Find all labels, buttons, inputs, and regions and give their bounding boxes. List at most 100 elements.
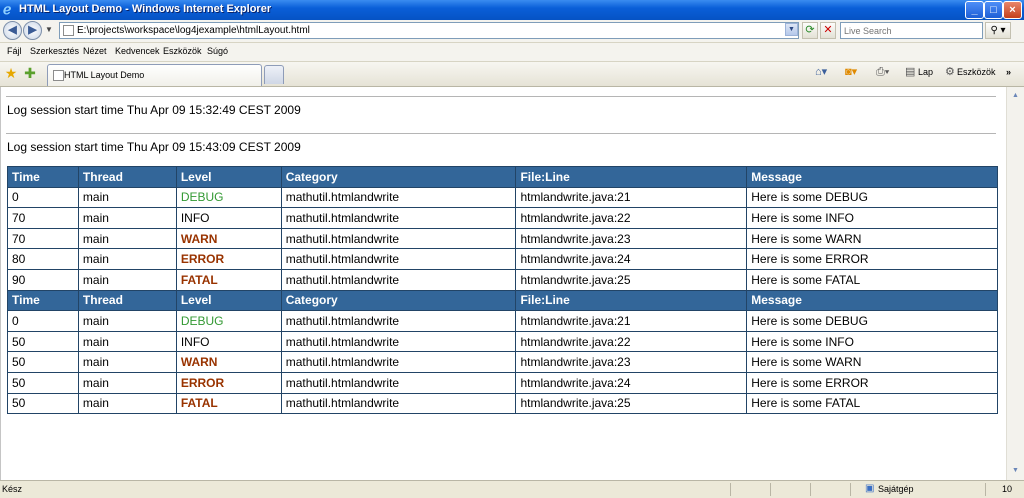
- menu-help[interactable]: Súgó: [207, 46, 228, 56]
- cell-file-line: htmlandwrite.java:22: [515, 207, 748, 229]
- cell-thread: main: [77, 371, 177, 394]
- computer-zone-icon: ▣: [865, 483, 875, 494]
- cell-thread: main: [77, 351, 177, 373]
- cell-thread: main: [77, 268, 177, 291]
- cell-level: INFO: [175, 207, 282, 229]
- vertical-scrollbar[interactable]: ▲ ▼: [1006, 87, 1024, 480]
- cell-file-line: htmlandwrite.java:25: [515, 268, 748, 291]
- cell-time: 70: [7, 207, 79, 229]
- scroll-down-icon[interactable]: ▼: [1009, 464, 1022, 477]
- forward-button[interactable]: ▶: [23, 21, 42, 40]
- cell-category: mathutil.htmlandwrite: [280, 268, 517, 291]
- address-bar-row: ◀ ▶ ▼ E:\projects\workspace\log4jexample…: [0, 20, 1024, 43]
- feeds-icon[interactable]: ◙▾: [845, 66, 857, 79]
- table-row: 0 main DEBUG mathutil.htmlandwrite htmlandwr…: [7, 310, 998, 332]
- address-url[interactable]: E:\projects\workspace\log4jexample\htmlL…: [77, 25, 310, 36]
- menu-view[interactable]: Nézet: [83, 46, 107, 56]
- table-row: 80 main ERROR mathutil.htmlandwrite htmlandw…: [7, 248, 998, 270]
- table-row: 70 main INFO mathutil.htmlandwrite htmlandwr…: [7, 207, 998, 229]
- cell-category: mathutil.htmlandwrite: [280, 392, 517, 415]
- column-header-message: Message: [746, 166, 998, 188]
- cell-thread: main: [77, 392, 177, 415]
- cell-file-line: htmlandwrite.java:22: [515, 330, 748, 353]
- menu-favorites[interactable]: Kedvencek: [115, 46, 160, 56]
- column-header-message: Message: [746, 289, 998, 312]
- more-commands-chevron[interactable]: »: [1006, 67, 1011, 77]
- maximize-button[interactable]: □: [984, 1, 1003, 19]
- tab-page-icon: [53, 70, 64, 81]
- favorites-star-icon[interactable]: ★: [3, 65, 19, 81]
- home-icon[interactable]: ⌂▾: [815, 66, 827, 79]
- cell-level: FATAL: [175, 392, 282, 415]
- cell-time: 50: [7, 392, 79, 415]
- status-divider: [985, 483, 986, 496]
- cell-message: Here is some INFO: [746, 207, 998, 229]
- cell-time: 90: [7, 268, 79, 291]
- cell-level: WARN: [175, 227, 282, 250]
- cell-category: mathutil.htmlandwrite: [280, 330, 517, 353]
- tab-html-layout-demo[interactable]: HTML Layout Demo: [47, 64, 262, 86]
- cell-level: ERROR: [175, 248, 282, 270]
- address-dropdown-icon[interactable]: ▼: [785, 23, 798, 36]
- search-field[interactable]: [840, 22, 983, 39]
- cell-time: 80: [7, 248, 79, 270]
- cell-message: Here is some WARN: [746, 351, 998, 373]
- cell-time: 50: [7, 351, 79, 373]
- status-divider: [810, 483, 811, 496]
- table-row: 70 main WARN mathutil.htmlandwrite htmlandwr…: [7, 227, 998, 250]
- cell-time: 50: [7, 371, 79, 394]
- scroll-up-icon[interactable]: ▲: [1009, 89, 1022, 102]
- add-favorite-icon[interactable]: ✚: [22, 65, 38, 81]
- cell-message: Here is some ERROR: [746, 371, 998, 394]
- cell-thread: main: [77, 310, 177, 332]
- zoom-level[interactable]: 10: [1002, 484, 1012, 494]
- status-divider: [770, 483, 771, 496]
- cell-level: DEBUG: [175, 186, 282, 209]
- cell-category: mathutil.htmlandwrite: [280, 186, 517, 209]
- back-button[interactable]: ◀: [3, 21, 22, 40]
- log-header-row: Time Thread Level Category File:Line Message: [7, 289, 998, 312]
- search-button[interactable]: ⚲ ▾: [985, 22, 1011, 39]
- tab-label: HTML Layout Demo: [64, 70, 145, 80]
- log-table: Time Thread Level Category File:Line Message 0…: [7, 166, 998, 415]
- table-row: 50 main ERROR mathutil.htmlandwrite htmlandw…: [7, 371, 998, 394]
- menu-edit[interactable]: Szerkesztés: [30, 46, 79, 56]
- cell-thread: main: [77, 330, 177, 353]
- tools-menu-button[interactable]: Eszközök: [957, 67, 996, 77]
- column-header-category: Category: [280, 289, 517, 312]
- column-header-time: Time: [7, 289, 79, 312]
- menu-file[interactable]: Fájl: [7, 46, 22, 56]
- separator: [6, 133, 996, 134]
- close-button[interactable]: ×: [1003, 1, 1022, 19]
- new-tab-button[interactable]: [264, 65, 284, 84]
- cell-file-line: htmlandwrite.java:24: [515, 371, 748, 394]
- history-dropdown-icon[interactable]: ▼: [45, 24, 53, 36]
- cell-file-line: htmlandwrite.java:23: [515, 351, 748, 373]
- minimize-button[interactable]: _: [965, 1, 984, 19]
- page-menu-button[interactable]: Lap: [918, 67, 933, 77]
- cell-thread: main: [77, 248, 177, 270]
- refresh-icon[interactable]: ⟳: [802, 22, 818, 39]
- title-bar: ℯ HTML Layout Demo - Windows Internet Ex…: [0, 0, 1024, 20]
- cell-level: WARN: [175, 351, 282, 373]
- search-input[interactable]: [841, 23, 982, 38]
- status-bar: Kész ▣ Sajátgép 10: [0, 480, 1024, 498]
- status-divider: [730, 483, 731, 496]
- address-field[interactable]: E:\projects\workspace\log4jexample\htmlL…: [59, 22, 799, 39]
- window-title: HTML Layout Demo - Windows Internet Expl…: [19, 3, 272, 15]
- log-table-body: Time Thread Level Category File:Line Message 0…: [7, 166, 998, 415]
- cell-message: Here is some FATAL: [746, 392, 998, 415]
- tab-bar: ★ ✚ HTML Layout Demo ⌂▾ ◙▾ ⎙▾ ▤ Lap ⚙ Es…: [0, 62, 1024, 87]
- column-header-category: Category: [280, 166, 517, 188]
- cell-message: Here is some FATAL: [746, 268, 998, 291]
- cell-file-line: htmlandwrite.java:25: [515, 392, 748, 415]
- column-header-file-line: File:Line: [515, 166, 748, 188]
- print-icon[interactable]: ⎙▾: [876, 66, 889, 79]
- status-divider: [850, 483, 851, 496]
- cell-file-line: htmlandwrite.java:23: [515, 227, 748, 250]
- page-icon: [63, 25, 74, 36]
- ie-logo-icon: ℯ: [3, 1, 12, 17]
- menu-tools[interactable]: Eszközök: [163, 46, 202, 56]
- stop-icon[interactable]: ✕: [820, 22, 836, 39]
- cell-file-line: htmlandwrite.java:21: [515, 186, 748, 209]
